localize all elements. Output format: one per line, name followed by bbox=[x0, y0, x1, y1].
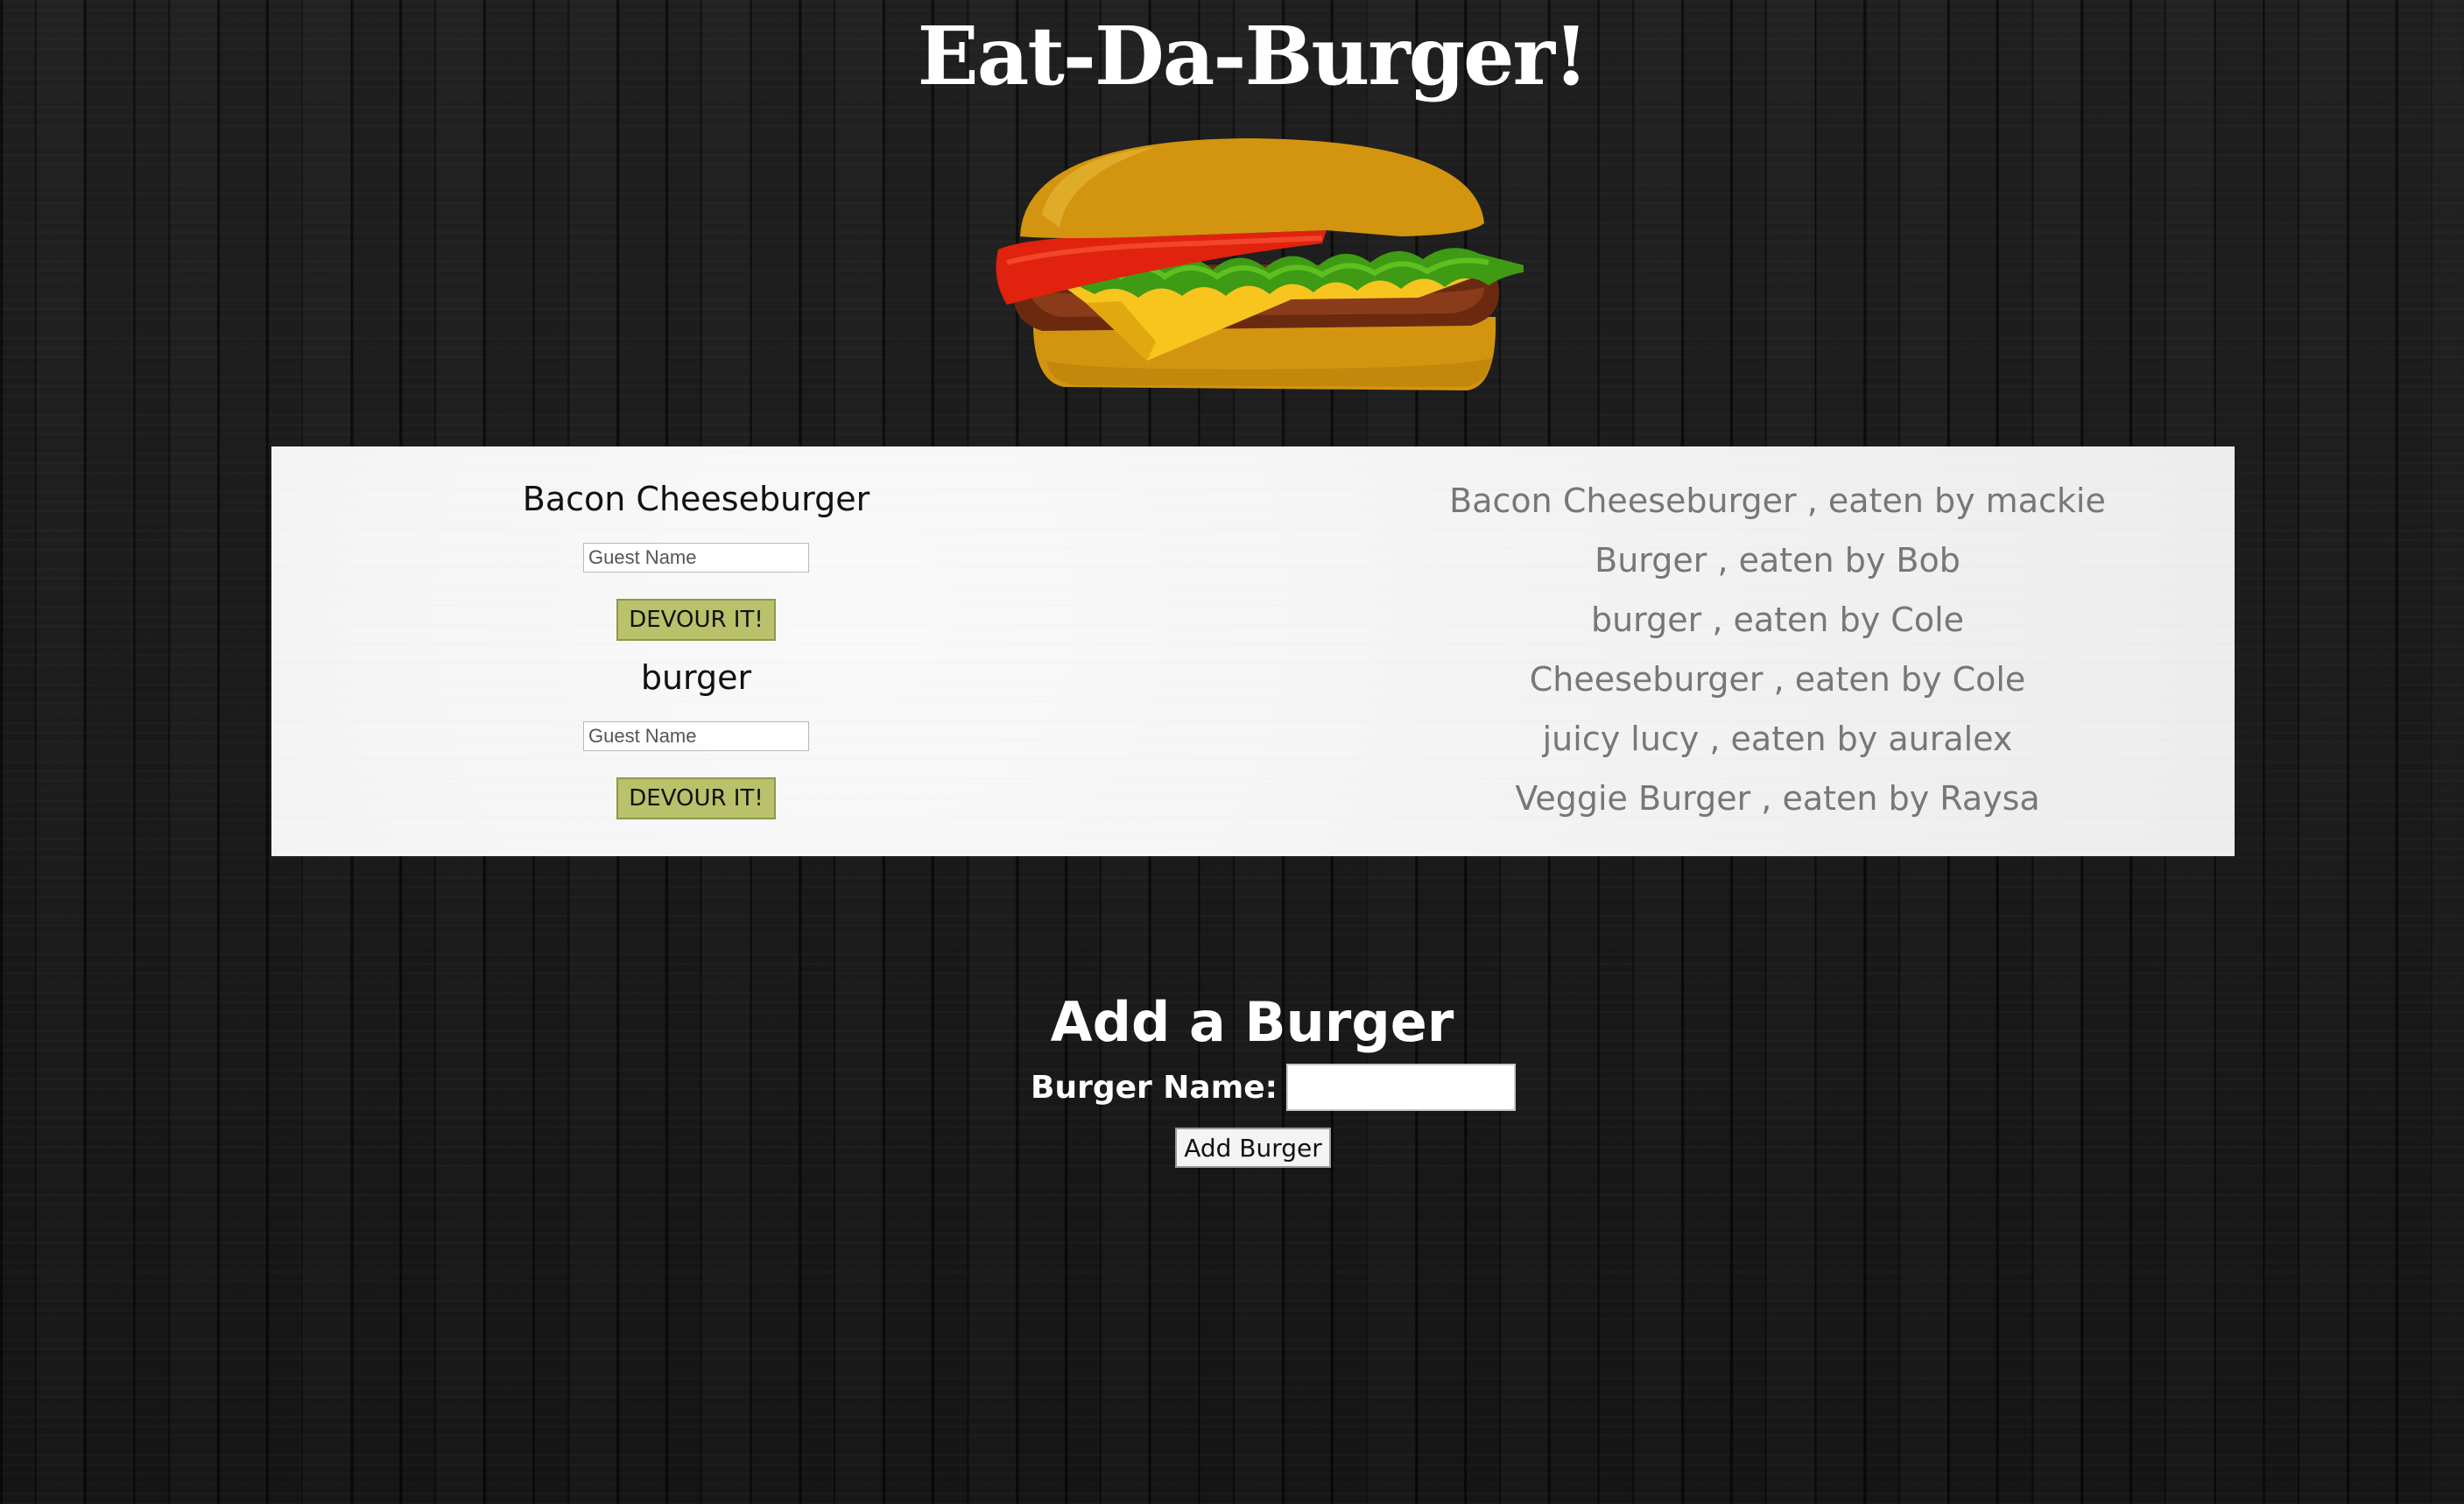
burger-icon bbox=[996, 138, 1524, 390]
devoured-item: Bacon Cheeseburger , eaten by mackie bbox=[1449, 481, 2106, 520]
burger-name: burger bbox=[640, 658, 752, 697]
guest-name-input[interactable] bbox=[583, 543, 809, 573]
devoured-item: Burger , eaten by Bob bbox=[1595, 541, 1961, 580]
devour-button[interactable]: DEVOUR IT! bbox=[616, 599, 776, 641]
burger-item: burger DEVOUR IT! bbox=[271, 657, 1121, 819]
guest-name-input[interactable] bbox=[583, 721, 809, 751]
add-burger-button[interactable]: Add Burger bbox=[1175, 1128, 1331, 1168]
burger-name: Bacon Cheeseburger bbox=[522, 480, 870, 518]
burger-name-label: Burger Name: bbox=[1031, 1069, 1278, 1106]
devoured-item: burger , eaten by Cole bbox=[1590, 601, 1965, 639]
devour-button[interactable]: DEVOUR IT! bbox=[616, 777, 776, 819]
burger-name-input[interactable] bbox=[1286, 1064, 1517, 1111]
burger-item: Bacon Cheeseburger DEVOUR IT! bbox=[271, 478, 1121, 641]
devoured-burgers-column: Bacon Cheeseburger , eaten by mackie Bur… bbox=[1340, 471, 2215, 828]
devoured-item: Cheeseburger , eaten by Cole bbox=[1529, 660, 2026, 699]
add-burger-title: Add a Burger bbox=[1050, 990, 1454, 1054]
page-title: Eat-Da-Burger! bbox=[917, 9, 1589, 103]
add-burger-form: Burger Name: bbox=[1031, 1061, 1517, 1114]
burgers-panel: Bacon Cheeseburger DEVOUR IT! burger DEV… bbox=[271, 446, 2235, 856]
devoured-item: juicy lucy , eaten by auralex bbox=[1542, 720, 2013, 758]
devoured-item: Veggie Burger , eaten by Raysa bbox=[1515, 779, 2040, 818]
